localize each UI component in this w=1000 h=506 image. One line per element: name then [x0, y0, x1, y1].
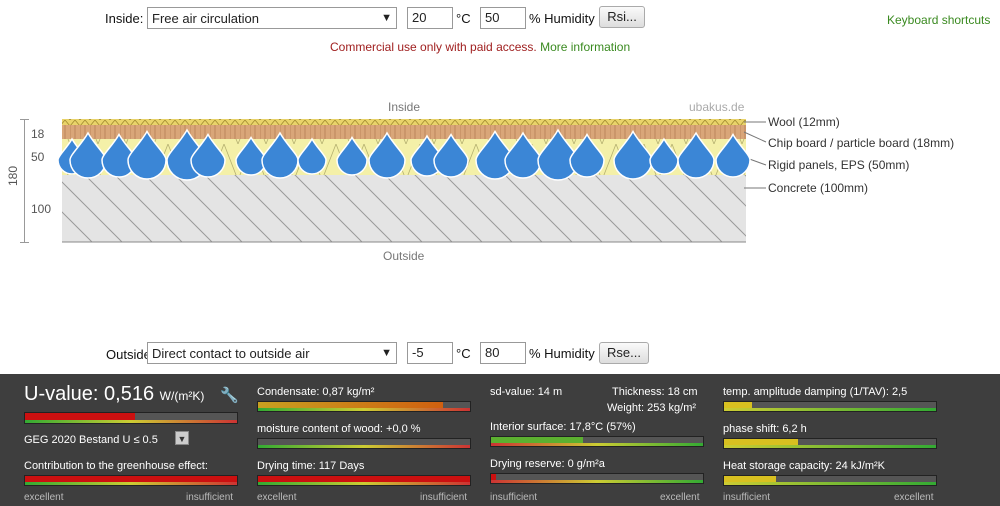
condensate-label: Condensate: 0,87 kg/m² [257, 386, 375, 398]
drying-reserve-bar [490, 473, 704, 484]
heat-storage-bar [723, 475, 937, 486]
standard-dropdown-icon[interactable]: ▼ [175, 431, 189, 445]
rse-button[interactable]: Rse... [599, 342, 649, 364]
scale-insufficient: insufficient [420, 492, 468, 503]
condensate-bar [257, 401, 471, 412]
outside-humidity-unit: % Humidity [529, 346, 595, 361]
scale-insufficient: insufficient [186, 492, 234, 503]
results-panel: U-value: 0,516 W/(m²K) 🔧 GEG 2020 Bestan… [0, 374, 1000, 506]
scale-excellent: excellent [894, 492, 934, 503]
outside-humidity-input[interactable]: 80 [480, 342, 526, 364]
heat-storage-label: Heat storage capacity: 24 kJ/m²K [723, 460, 886, 472]
scale-excellent: excellent [24, 492, 64, 503]
scale-excellent: excellent [660, 492, 700, 503]
phase-shift-label: phase shift: 6,2 h [723, 423, 807, 435]
moisture-label: moisture content of wood: +0,0 % [257, 423, 421, 435]
weight-label: Weight: 253 kg/m² [607, 402, 697, 414]
layer-label-chipboard: Chip board / particle board (18mm) [768, 136, 955, 150]
outside-temperature-input[interactable]: -5 [407, 342, 453, 364]
wrench-icon[interactable]: 🔧 [220, 386, 239, 404]
outside-condition-select[interactable]: Direct contact to outside air ▼ [147, 342, 397, 364]
interior-surface-bar [490, 436, 704, 447]
u-value-label: U-value: [24, 383, 99, 405]
scale-insufficient: insufficient [490, 492, 538, 503]
layer-label-wool: Wool (12mm) [768, 115, 840, 129]
thickness-label: Thickness: 18 cm [612, 386, 698, 398]
u-value-bar [24, 412, 238, 424]
outside-temp-unit: °C [456, 346, 471, 361]
phase-shift-bar [723, 438, 937, 449]
temp-damping-label: temp. amplitude damping (1/TAV): 2,5 [723, 386, 908, 398]
dropdown-arrow-icon: ▼ [381, 347, 392, 359]
interior-surface-label: Interior surface: 17,8°C (57%) [490, 421, 636, 433]
wall-cross-section [57, 119, 767, 243]
layer-label-concrete: Concrete (100mm) [768, 181, 869, 195]
standard-label: GEG 2020 Bestand U ≤ 0.5 [24, 434, 158, 446]
temp-damping-bar [723, 401, 937, 412]
u-value-number: 0,516 [104, 383, 155, 405]
u-value-display: U-value: 0,516 W/(m²K) [24, 383, 204, 406]
outside-label: Outside [106, 347, 151, 362]
drying-reserve-label: Drying reserve: 0 g/m²a [490, 458, 605, 470]
u-value-unit: W/(m²K) [159, 389, 205, 403]
drying-time-label: Drying time: 117 Days [257, 460, 365, 472]
sd-value-label: sd-value: 14 m [490, 386, 563, 398]
greenhouse-bar [24, 475, 238, 486]
drying-time-bar [257, 475, 471, 486]
scale-excellent: excellent [257, 492, 297, 503]
layer-label-eps: Rigid panels, EPS (50mm) [768, 158, 910, 172]
greenhouse-label: Contribution to the greenhouse effect: [24, 460, 208, 472]
moisture-bar [257, 438, 471, 449]
scale-insufficient: insufficient [723, 492, 771, 503]
outside-condition-value: Direct contact to outside air [152, 345, 310, 361]
